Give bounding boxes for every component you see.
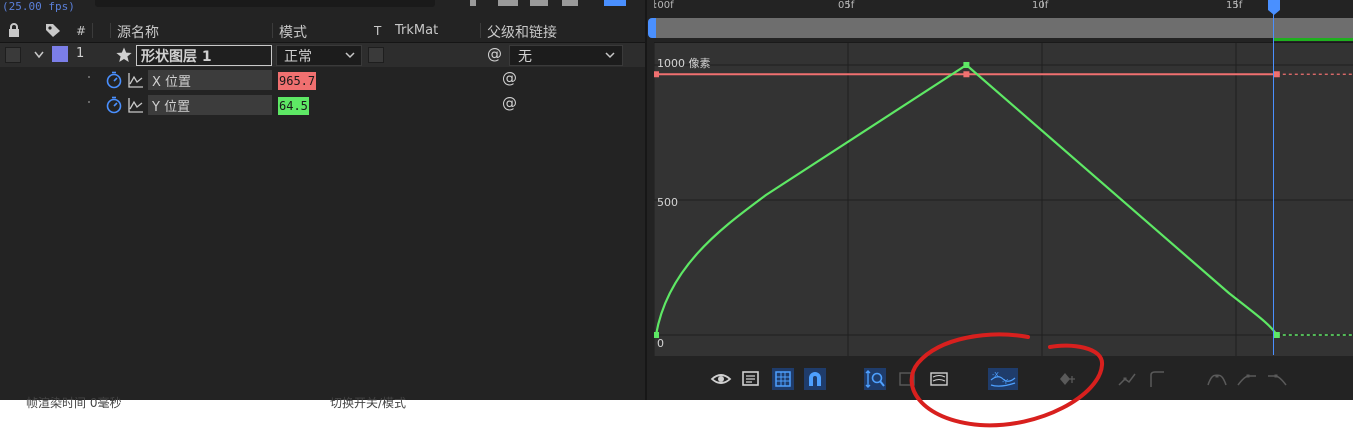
- y-position-keyframe[interactable]: [1273, 332, 1280, 338]
- motion-blur-icon[interactable]: [562, 0, 578, 6]
- col-separator: [110, 23, 111, 38]
- mode-select[interactable]: 正常: [276, 45, 362, 66]
- y-position-keyframe[interactable]: [963, 62, 970, 68]
- fps-label: (25.00 fps): [2, 0, 75, 13]
- timeline-top-strip: (25.00 fps): [0, 0, 646, 18]
- time-ruler[interactable]: :00f 05f 10f 15f: [646, 0, 1353, 18]
- frame-render-time: 帧渲染时间 0毫秒: [26, 396, 122, 410]
- snap-magnet-icon[interactable]: [804, 368, 826, 390]
- graph-icon[interactable]: [128, 72, 144, 88]
- y-axis-label: 500: [657, 196, 678, 209]
- col-number: #: [76, 24, 87, 38]
- y-axis-label: 0: [657, 337, 664, 350]
- current-time-indicator-line[interactable]: [1273, 0, 1274, 355]
- ruler-tick: 15f: [1226, 0, 1243, 11]
- stopwatch-icon[interactable]: [105, 71, 123, 89]
- ruler-tick: 05f: [838, 0, 855, 11]
- ruler-tick: 10f: [1032, 0, 1049, 11]
- mode-value: 正常: [284, 49, 312, 65]
- comp-mini-flowchart-icon[interactable]: [498, 0, 518, 6]
- chevron-down-icon: [345, 52, 355, 59]
- layer-row[interactable]: 1 形状图层 1 正常 @ 无: [0, 43, 646, 67]
- chevron-down-icon[interactable]: [34, 51, 44, 59]
- transform-box-icon[interactable]: [772, 368, 794, 390]
- fit-height-zoom-icon[interactable]: [864, 368, 886, 390]
- work-area-start-handle[interactable]: [648, 18, 656, 38]
- col-trkmat[interactable]: TrkMat: [395, 23, 438, 38]
- preserve-transparency-switch[interactable]: [368, 47, 384, 63]
- property-name: X 位置: [152, 75, 192, 90]
- layer-name-field[interactable]: 形状图层 1: [136, 45, 272, 66]
- current-time-indicator-icon[interactable]: [1267, 0, 1281, 16]
- property-name-box: X 位置: [148, 70, 272, 90]
- parent-select[interactable]: 无: [509, 45, 623, 66]
- lock-switch[interactable]: [5, 47, 21, 63]
- x-position-value[interactable]: 965.7: [278, 72, 317, 90]
- col-separator: [272, 23, 273, 38]
- col-source-name[interactable]: 源名称: [117, 22, 159, 42]
- y-axis-label: 1000 像素: [657, 57, 711, 70]
- y-position-value[interactable]: 64.5: [278, 97, 309, 115]
- property-name: Y 位置: [152, 100, 191, 115]
- col-mode[interactable]: 模式: [279, 22, 307, 42]
- property-row-y-position[interactable]: Y 位置 64.5 @: [0, 93, 646, 117]
- red-annotation-circle: [909, 332, 1104, 428]
- layer-index: 1: [76, 46, 85, 61]
- col-separator: [92, 23, 93, 38]
- cached-frames-bar: [1274, 38, 1353, 41]
- col-parent-link[interactable]: 父级和链接: [487, 22, 557, 42]
- property-name-box: Y 位置: [148, 95, 272, 115]
- layer-column-header: # 源名称 模式 T TrkMat 父级和链接: [0, 19, 646, 43]
- timeline-bottom-bar: 帧渲染时间 0毫秒 切换开关/模式: [0, 396, 1353, 428]
- pick-whip-icon[interactable]: @: [502, 69, 517, 87]
- graph-editor-toggle-icon[interactable]: [604, 0, 626, 6]
- easy-ease-in-icon[interactable]: [1236, 368, 1258, 390]
- search-dropdown-icon[interactable]: [470, 0, 476, 6]
- bullet-dot: [88, 76, 90, 78]
- stopwatch-icon[interactable]: [105, 96, 123, 114]
- draft-3d-icon[interactable]: [530, 0, 548, 6]
- ruler-tick: :00f: [654, 0, 674, 11]
- layer-label-color[interactable]: [52, 46, 68, 62]
- col-separator: [480, 23, 481, 38]
- x-position-keyframe[interactable]: [1273, 71, 1280, 78]
- panel-divider[interactable]: [645, 0, 647, 400]
- eye-icon[interactable]: [710, 368, 732, 390]
- pick-whip-icon[interactable]: @: [487, 45, 502, 63]
- graph-type-menu-icon[interactable]: [740, 368, 762, 390]
- lock-icon[interactable]: [7, 23, 21, 38]
- layer-name: 形状图层 1: [141, 49, 212, 65]
- easy-ease-icon[interactable]: [1206, 368, 1228, 390]
- parent-value: 无: [518, 49, 532, 65]
- work-area-bar[interactable]: [654, 18, 1353, 38]
- property-row-x-position[interactable]: X 位置 965.7 @: [0, 68, 646, 92]
- label-tag-icon[interactable]: [45, 23, 61, 38]
- toggle-switches-modes[interactable]: 切换开关/模式: [330, 394, 406, 411]
- convert-to-hold-icon[interactable]: [1116, 368, 1138, 390]
- star-shape-layer-icon: [116, 47, 132, 62]
- x-position-keyframe[interactable]: [654, 71, 659, 78]
- after-effects-timeline: (25.00 fps) # 源名称 模式 T TrkMat 父级和链接 1 形状…: [0, 0, 1353, 400]
- bullet-dot: [88, 101, 90, 103]
- graph-curves[interactable]: [654, 43, 1353, 356]
- easy-ease-out-icon[interactable]: [1266, 368, 1288, 390]
- pick-whip-icon[interactable]: @: [502, 94, 517, 112]
- convert-to-auto-bezier-icon[interactable]: [1146, 368, 1168, 390]
- graph-icon[interactable]: [128, 97, 144, 113]
- col-t: T: [374, 24, 382, 38]
- chevron-down-icon: [605, 52, 615, 59]
- search-input[interactable]: [95, 0, 435, 7]
- x-position-keyframe[interactable]: [963, 71, 970, 78]
- graph-plot-area[interactable]: 1000 像素 500 0: [654, 42, 1353, 356]
